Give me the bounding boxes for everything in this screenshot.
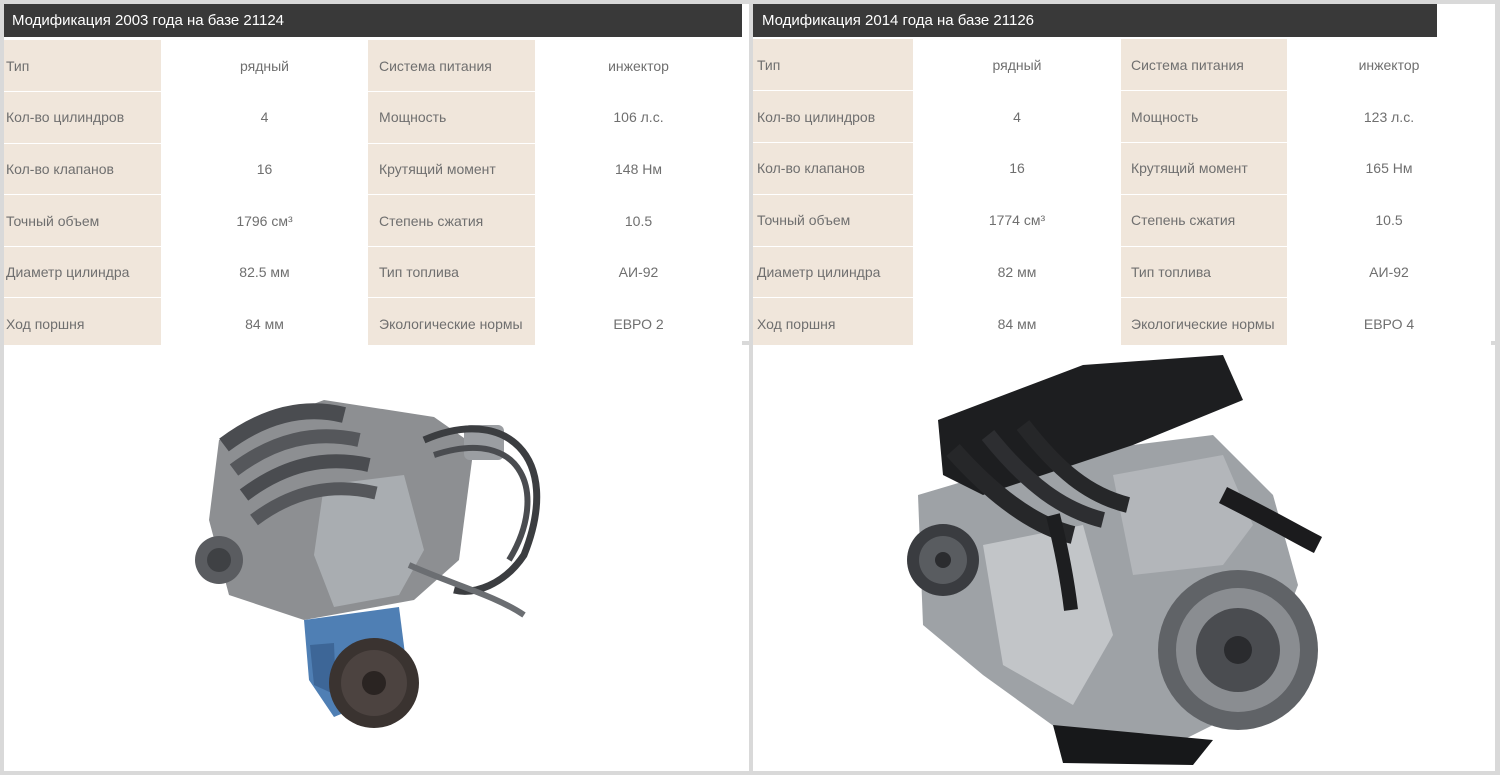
spec-value: 148 Нм (535, 143, 742, 196)
spec-key: Диаметр цилиндра (753, 246, 913, 299)
spec-key: Тип (4, 40, 161, 93)
spec-key: Экологические нормы (1121, 297, 1287, 351)
engine-21126-photo-icon (907, 355, 1323, 765)
spec-value: 84 мм (913, 297, 1121, 351)
engine-21124-image (4, 345, 749, 771)
spec-value: инжектор (1287, 39, 1491, 92)
table-row: Тип рядный Система питания инжектор (4, 40, 742, 93)
table-row: Кол-во клапанов 16 Крутящий момент 165 Н… (753, 142, 1491, 195)
spec-key: Степень сжатия (1121, 194, 1287, 247)
spec-key: Кол-во цилиндров (4, 91, 161, 144)
spec-value: 4 (161, 91, 368, 144)
spec-key: Ход поршня (753, 297, 913, 351)
spec-key: Крутящий момент (368, 143, 535, 196)
spec-key: Точный объем (4, 194, 161, 247)
spec-key: Точный объем (753, 194, 913, 247)
spec-value: 16 (161, 143, 368, 196)
table-row: Ход поршня 84 мм Экологические нормы ЕВР… (4, 297, 742, 351)
spec-value: 165 Нм (1287, 142, 1491, 195)
table-row: Точный объем 1774 см³ Степень сжатия 10.… (753, 194, 1491, 247)
spec-value: 82.5 мм (161, 246, 368, 299)
spec-value: рядный (913, 39, 1121, 92)
spec-value: 82 мм (913, 246, 1121, 299)
spec-value: 4 (913, 90, 1121, 144)
spec-key: Мощность (368, 91, 535, 144)
spec-value: ЕВРО 4 (1287, 297, 1491, 351)
spec-key: Кол-во цилиндров (753, 90, 913, 144)
table-row: Кол-во цилиндров 4 Мощность 106 л.с. (4, 91, 742, 144)
spec-value: 16 (913, 142, 1121, 195)
table-row: Диаметр цилиндра 82.5 мм Тип топлива АИ-… (4, 246, 742, 299)
table-row: Кол-во цилиндров 4 Мощность 123 л.с. (753, 90, 1491, 144)
spec-value: рядный (161, 40, 368, 93)
spec-value: 84 мм (161, 297, 368, 351)
spec-value: 1774 см³ (913, 194, 1121, 247)
table-row: Точный объем 1796 см³ Степень сжатия 10.… (4, 194, 742, 247)
spec-table-title: Модификация 2003 года на базе 21124 (4, 4, 742, 37)
spec-key: Тип топлива (368, 246, 535, 299)
spec-key: Система питания (1121, 39, 1287, 92)
spec-value: 10.5 (535, 194, 742, 247)
spec-key: Диаметр цилиндра (4, 246, 161, 299)
spec-value: инжектор (535, 40, 742, 93)
engine-21124-photo-icon (195, 400, 541, 728)
table-row: Кол-во клапанов 16 Крутящий момент 148 Н… (4, 143, 742, 196)
spec-panel-21126: Модификация 2014 года на базе 21126 Тип … (753, 4, 1495, 351)
spec-key: Ход поршня (4, 297, 161, 351)
engine-21126-image (753, 345, 1495, 771)
spec-table: Тип рядный Система питания инжектор Кол-… (4, 40, 742, 351)
spec-key: Кол-во клапанов (753, 142, 913, 195)
spec-key: Тип топлива (1121, 246, 1287, 299)
spec-table: Тип рядный Система питания инжектор Кол-… (753, 39, 1491, 351)
spec-value: 10.5 (1287, 194, 1491, 247)
spec-panel-21124: Модификация 2003 года на базе 21124 Тип … (4, 4, 749, 351)
spec-table-title: Модификация 2014 года на базе 21126 (753, 4, 1437, 37)
spec-key: Кол-во клапанов (4, 143, 161, 196)
spec-value: 123 л.с. (1287, 90, 1491, 144)
spec-value: 1796 см³ (161, 194, 368, 247)
spec-key: Экологические нормы (368, 297, 535, 351)
table-row: Тип рядный Система питания инжектор (753, 39, 1491, 92)
spec-value: 106 л.с. (535, 91, 742, 144)
table-row: Ход поршня 84 мм Экологические нормы ЕВР… (753, 297, 1491, 351)
spec-key: Мощность (1121, 90, 1287, 144)
spec-key: Система питания (368, 40, 535, 93)
spec-value: АИ-92 (535, 246, 742, 299)
spec-value: АИ-92 (1287, 246, 1491, 299)
table-row: Диаметр цилиндра 82 мм Тип топлива АИ-92 (753, 246, 1491, 299)
spec-key: Степень сжатия (368, 194, 535, 247)
spec-key: Тип (753, 39, 913, 92)
spec-key: Крутящий момент (1121, 142, 1287, 195)
spec-value: ЕВРО 2 (535, 297, 742, 351)
